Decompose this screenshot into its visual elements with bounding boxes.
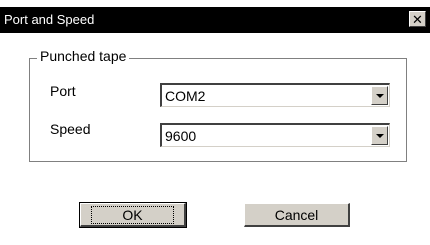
port-dropdown-button[interactable]	[371, 86, 388, 105]
ok-label: OK	[91, 205, 174, 224]
port-select[interactable]: COM2	[160, 83, 390, 107]
close-icon: ✕	[412, 11, 423, 27]
window-title: Port and Speed	[4, 12, 95, 27]
chevron-down-icon	[375, 133, 384, 138]
speed-value: 9600	[165, 128, 197, 144]
port-speed-dialog: Port and Speed ✕ Punched tape Port COM2 …	[0, 0, 430, 245]
port-value: COM2	[165, 88, 206, 104]
cancel-button[interactable]: Cancel	[244, 203, 350, 227]
close-button[interactable]: ✕	[409, 11, 426, 27]
ok-button[interactable]: OK	[79, 202, 187, 228]
speed-label: Speed	[50, 121, 91, 137]
chevron-down-icon	[375, 93, 384, 98]
title-bar[interactable]: Port and Speed ✕	[0, 7, 430, 33]
group-label: Punched tape	[37, 48, 130, 64]
port-label: Port	[50, 83, 76, 99]
cancel-label: Cancel	[274, 206, 319, 223]
speed-select[interactable]: 9600	[160, 123, 390, 147]
speed-dropdown-button[interactable]	[371, 126, 388, 145]
